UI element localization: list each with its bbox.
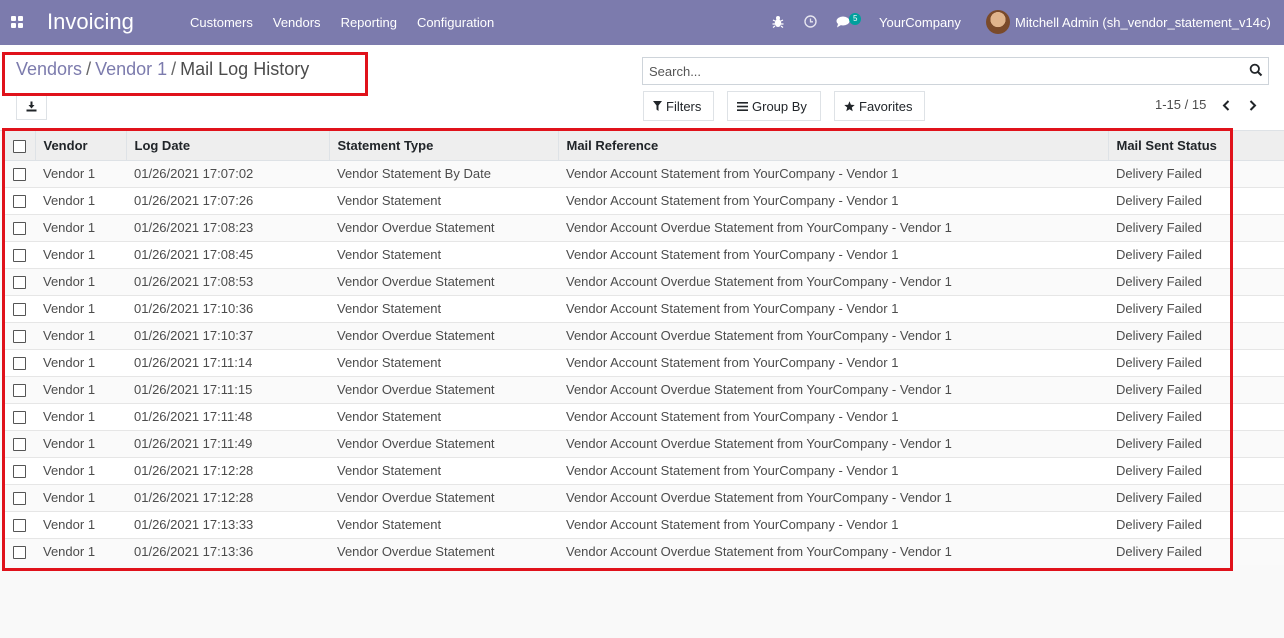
download-button[interactable] (16, 93, 47, 120)
filter-icon (653, 101, 662, 111)
group-by-button[interactable]: Group By (727, 91, 821, 121)
menu-item-vendors[interactable]: Vendors (273, 15, 321, 30)
chevron-left-icon (1222, 99, 1230, 111)
app-title[interactable]: Invoicing (47, 9, 134, 35)
favorites-label: Favorites (859, 98, 913, 114)
chevron-right-icon (1249, 99, 1257, 111)
filters-button[interactable]: Filters (643, 91, 714, 121)
user-menu[interactable]: Mitchell Admin (sh_vendor_statement_v14c… (1015, 15, 1271, 30)
filters-label: Filters (666, 98, 702, 114)
favorites-button[interactable]: Favorites (834, 91, 925, 121)
top-navbar: Invoicing Customers Vendors Reporting Co… (0, 0, 1284, 45)
bug-icon[interactable] (772, 15, 784, 28)
avatar[interactable] (986, 10, 1010, 34)
apps-icon[interactable] (11, 16, 23, 28)
clock-icon[interactable] (804, 15, 817, 28)
pager-value[interactable]: 1-15 / 15 (1155, 97, 1206, 112)
table-highlight-box (2, 128, 1233, 571)
chat-icon[interactable] (836, 16, 850, 28)
menu-item-configuration[interactable]: Configuration (417, 15, 494, 30)
menu-item-reporting[interactable]: Reporting (341, 15, 397, 30)
star-icon (844, 100, 855, 111)
pager-next-button[interactable] (1246, 96, 1260, 114)
download-icon (26, 101, 37, 112)
search-icon[interactable] (1249, 63, 1263, 77)
breadcrumb-highlight-box (2, 52, 368, 96)
chat-badge: 5 (849, 13, 862, 25)
search-input[interactable] (643, 58, 1233, 84)
search-bar (642, 57, 1269, 85)
group-by-label: Group By (752, 98, 807, 114)
main-menu: Customers Vendors Reporting Configuratio… (190, 15, 514, 30)
company-switcher[interactable]: YourCompany (879, 15, 961, 30)
menu-item-customers[interactable]: Customers (190, 15, 253, 30)
group-by-icon (737, 101, 748, 111)
pager-previous-button[interactable] (1219, 96, 1233, 114)
